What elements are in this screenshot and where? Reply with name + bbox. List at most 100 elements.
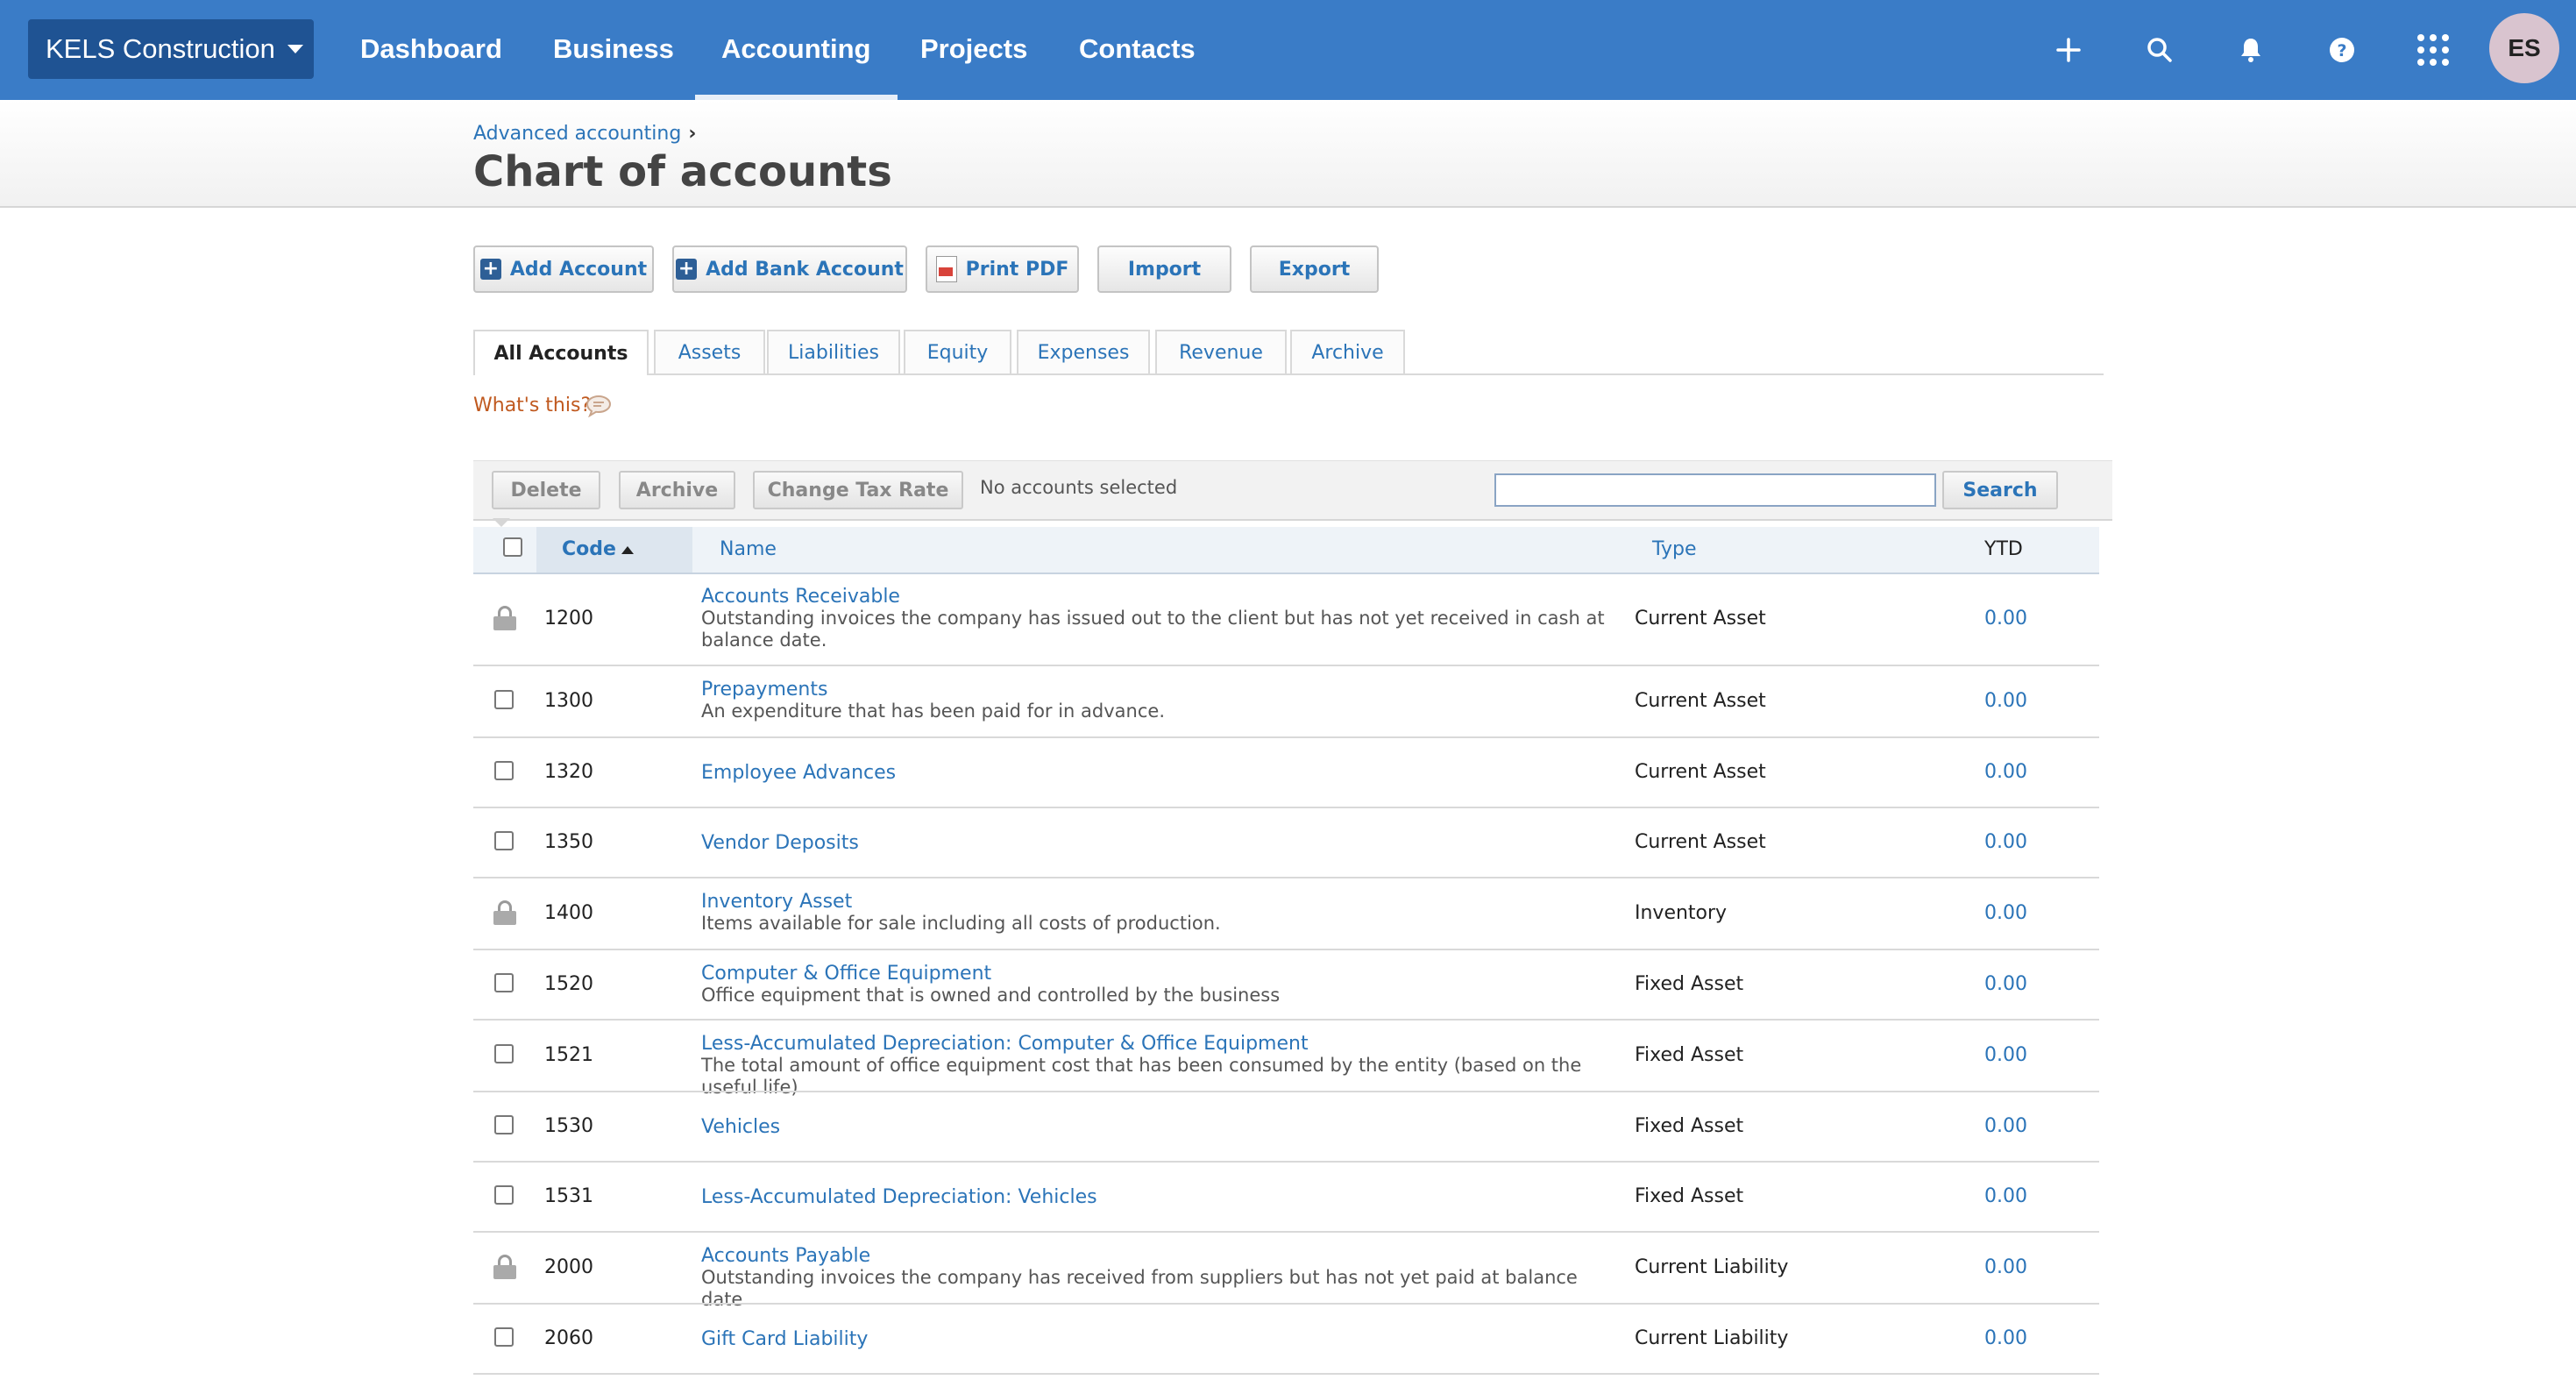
account-description: Office equipment that is owned and contr… [701, 985, 1281, 1006]
speech-bubble-icon[interactable] [585, 395, 612, 418]
account-name-link[interactable]: Accounts Payable [701, 1245, 870, 1267]
table-header [473, 527, 2099, 574]
account-ytd-link[interactable]: 0.00 [1984, 1327, 2027, 1349]
tab-all-accounts[interactable]: All Accounts [473, 330, 649, 375]
account-code: 1200 [544, 608, 593, 629]
print-pdf-label: Print PDF [965, 258, 1069, 281]
account-type: Current Asset [1635, 831, 1766, 853]
account-ytd-link[interactable]: 0.00 [1984, 690, 2027, 712]
row-checkbox[interactable] [494, 831, 514, 850]
caret-down-icon [287, 45, 303, 53]
tabs-divider [473, 373, 2104, 375]
row-divider [473, 1019, 2099, 1021]
search-icon[interactable] [2136, 26, 2183, 74]
search-input[interactable] [1494, 473, 1936, 507]
account-ytd-link[interactable]: 0.00 [1984, 761, 2027, 783]
column-header-ytd: YTD [1984, 538, 2023, 560]
lock-icon [493, 1255, 516, 1279]
account-code: 2000 [544, 1256, 593, 1278]
account-name-link[interactable]: Computer & Office Equipment [701, 963, 991, 985]
delete-button[interactable]: Delete [492, 471, 600, 509]
help-icon[interactable]: ? [2318, 26, 2366, 74]
whats-this-link[interactable]: What's this? [473, 395, 591, 416]
account-type: Current Liability [1635, 1256, 1789, 1278]
tab-revenue[interactable]: Revenue [1155, 330, 1287, 373]
account-ytd-link[interactable]: 0.00 [1984, 1256, 2027, 1278]
account-ytd-link[interactable]: 0.00 [1984, 608, 2027, 629]
account-type: Inventory [1635, 902, 1728, 924]
account-code: 1300 [544, 690, 593, 712]
row-checkbox[interactable] [494, 1327, 514, 1347]
row-divider [473, 949, 2099, 950]
user-avatar[interactable]: ES [2489, 13, 2559, 83]
column-header-name[interactable]: Name [720, 538, 777, 560]
account-name-link[interactable]: Vehicles [701, 1116, 780, 1138]
account-code: 1400 [544, 902, 593, 924]
account-name-link[interactable]: Gift Card Liability [701, 1328, 868, 1350]
tab-assets[interactable]: Assets [654, 330, 765, 373]
account-name-link[interactable]: Less-Accumulated Depreciation: Computer … [701, 1033, 1309, 1055]
export-button[interactable]: Export [1250, 245, 1379, 293]
add-account-button[interactable]: + Add Account [473, 245, 654, 293]
row-checkbox[interactable] [494, 1185, 514, 1205]
account-name-link[interactable]: Accounts Receivable [701, 586, 900, 608]
row-checkbox[interactable] [494, 690, 514, 709]
nav-business[interactable]: Business [527, 0, 700, 100]
account-ytd-link[interactable]: 0.00 [1984, 973, 2027, 995]
sort-asc-icon [621, 545, 634, 554]
page-title: Chart of accounts [473, 147, 892, 196]
row-divider [473, 1231, 2099, 1233]
chevron-right-icon: › [688, 123, 697, 145]
archive-button[interactable]: Archive [619, 471, 735, 509]
account-type: Fixed Asset [1635, 1044, 1744, 1066]
tab-archive[interactable]: Archive [1290, 330, 1405, 373]
column-header-type[interactable]: Type [1652, 538, 1697, 560]
tab-expenses[interactable]: Expenses [1017, 330, 1150, 373]
account-code: 2060 [544, 1327, 593, 1349]
breadcrumb: Advanced accounting › [473, 123, 696, 145]
breadcrumb-link[interactable]: Advanced accounting [473, 123, 681, 145]
column-header-code[interactable]: Code [562, 538, 634, 560]
account-description: An expenditure that has been paid for in… [701, 701, 1165, 722]
account-ytd-link[interactable]: 0.00 [1984, 1115, 2027, 1137]
account-name-link[interactable]: Employee Advances [701, 762, 896, 784]
row-checkbox[interactable] [494, 1044, 514, 1063]
change-tax-rate-button[interactable]: Change Tax Rate [753, 471, 963, 509]
import-button[interactable]: Import [1097, 245, 1231, 293]
plus-square-icon: + [479, 259, 501, 280]
account-ytd-link[interactable]: 0.00 [1984, 1044, 2027, 1066]
add-bank-account-button[interactable]: + Add Bank Account [672, 245, 907, 293]
account-description: Items available for sale including all c… [701, 913, 1221, 934]
account-name-link[interactable]: Less-Accumulated Depreciation: Vehicles [701, 1186, 1097, 1208]
nav-accounting[interactable]: Accounting [695, 0, 898, 100]
row-checkbox[interactable] [494, 973, 514, 992]
account-ytd-link[interactable]: 0.00 [1984, 1185, 2027, 1207]
plus-icon[interactable] [2045, 26, 2092, 74]
row-divider [473, 1161, 2099, 1163]
row-divider [473, 736, 2099, 738]
nav-dashboard[interactable]: Dashboard [334, 0, 529, 100]
row-checkbox[interactable] [494, 1115, 514, 1134]
nav-projects[interactable]: Projects [894, 0, 1054, 100]
tab-liabilities[interactable]: Liabilities [767, 330, 900, 373]
row-checkbox[interactable] [494, 761, 514, 780]
account-ytd-link[interactable]: 0.00 [1984, 831, 2027, 853]
account-ytd-link[interactable]: 0.00 [1984, 902, 2027, 924]
account-name-link[interactable]: Vendor Deposits [701, 832, 859, 854]
code-header-label: Code [562, 538, 616, 560]
account-code: 1531 [544, 1185, 593, 1207]
search-button[interactable]: Search [1942, 471, 2058, 509]
account-code: 1521 [544, 1044, 593, 1066]
row-divider [473, 1091, 2099, 1092]
account-name-link[interactable]: Prepayments [701, 679, 827, 701]
account-name-link[interactable]: Inventory Asset [701, 891, 852, 913]
row-divider [473, 665, 2099, 666]
org-name: KELS Construction [46, 33, 275, 64]
bell-icon[interactable] [2227, 26, 2274, 74]
nav-contacts[interactable]: Contacts [1053, 0, 1222, 100]
org-switcher-button[interactable]: KELS Construction [28, 19, 314, 79]
select-all-checkbox[interactable] [503, 537, 522, 557]
print-pdf-button[interactable]: Print PDF [926, 245, 1079, 293]
apps-grid-icon[interactable] [2409, 26, 2457, 74]
tab-equity[interactable]: Equity [904, 330, 1011, 373]
